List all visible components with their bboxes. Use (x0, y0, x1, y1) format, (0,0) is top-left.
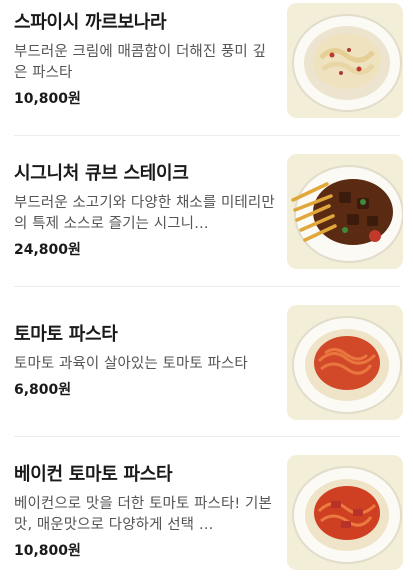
menu-item-bacon-tomato-pasta[interactable]: 베이컨 토마토 파스타 베이컨으로 맛을 더한 토마토 파스타! 기본맛, 매운… (0, 437, 413, 585)
tomato-pasta-photo[interactable] (287, 305, 403, 420)
steak-photo[interactable] (287, 154, 403, 269)
menu-item-description: 베이컨으로 맛을 더한 토마토 파스타! 기본맛, 매운맛으로 다양하게 선택 … (14, 496, 272, 533)
menu-item-tomato-pasta[interactable]: 토마토 파스타 토마토 과육이 살아있는 토마토 파스타 6,800원 (0, 287, 413, 436)
menu-item-spicy-carbonara[interactable]: 스파이시 까르보나라 부드러운 크림에 매콤함이 더해진 풍미 깊은 파스타 1… (0, 0, 413, 135)
menu-item-text: 토마토 파스타 토마토 과육이 살아있는 토마토 파스타 6,800원 (14, 323, 276, 399)
bacon-tomato-pasta-photo[interactable] (287, 455, 403, 570)
menu-item-description: 부드러운 크림에 매콤함이 더해진 풍미 깊은 파스타 (14, 44, 267, 81)
carbonara-photo[interactable] (287, 3, 403, 118)
menu-item-description: 부드러운 소고기와 다양한 채소를 미테리만의 특제 소스로 즐기는 시그니… (14, 195, 275, 232)
menu-item-text: 베이컨 토마토 파스타 베이컨으로 맛을 더한 토마토 파스타! 기본맛, 매운… (14, 463, 276, 560)
menu-item-text: 스파이시 까르보나라 부드러운 크림에 매콤함이 더해진 풍미 깊은 파스타 1… (14, 11, 276, 108)
menu-item-price: 24,800원 (14, 242, 81, 258)
menu-item-name: 베이컨 토마토 파스타 (14, 464, 173, 485)
menu-item-price: 6,800원 (14, 382, 72, 398)
menu-item-description: 토마토 과육이 살아있는 토마토 파스타 (14, 356, 248, 372)
menu-list: 스파이시 까르보나라 부드러운 크림에 매콤함이 더해진 풍미 깊은 파스타 1… (0, 0, 413, 585)
menu-item-name: 시그니처 큐브 스테이크 (14, 163, 189, 184)
menu-item-name: 토마토 파스타 (14, 324, 118, 345)
menu-item-name: 스파이시 까르보나라 (14, 12, 167, 33)
menu-item-signature-cube-steak[interactable]: 시그니처 큐브 스테이크 부드러운 소고기와 다양한 채소를 미테리만의 특제 … (0, 136, 413, 286)
menu-item-price: 10,800원 (14, 91, 81, 107)
menu-item-text: 시그니처 큐브 스테이크 부드러운 소고기와 다양한 채소를 미테리만의 특제 … (14, 162, 276, 259)
menu-item-price: 10,800원 (14, 543, 81, 559)
